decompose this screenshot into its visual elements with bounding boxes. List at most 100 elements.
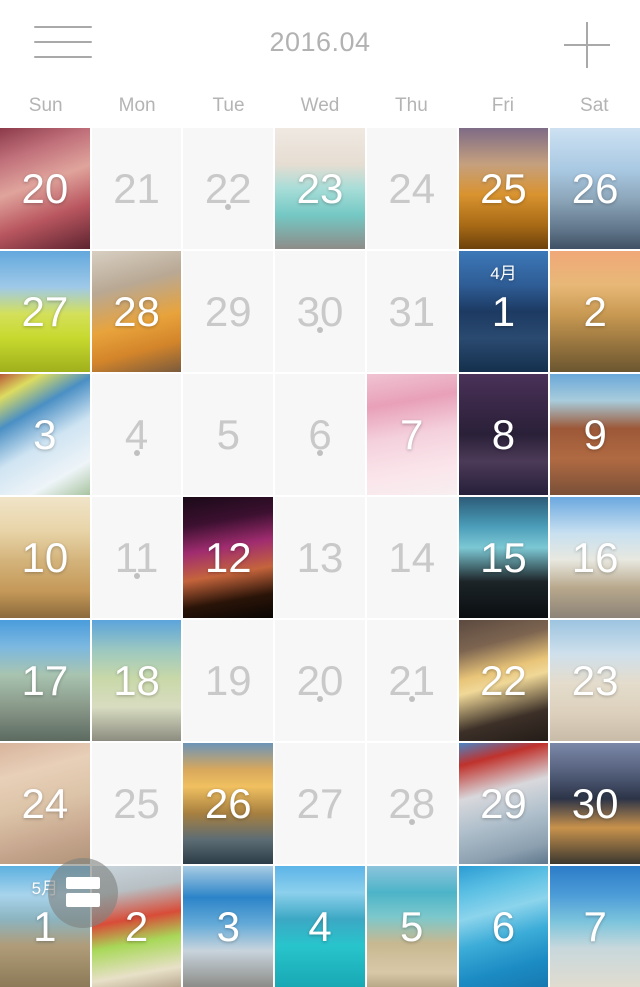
calendar-day-cell[interactable]: 24 — [0, 743, 90, 864]
plus-icon[interactable] — [564, 22, 610, 68]
weekday-thu: Thu — [395, 95, 428, 116]
calendar-day-cell[interactable]: 15 — [458, 497, 549, 618]
month-marker-label: 4月 — [490, 264, 517, 283]
day-number: 3 — [216, 902, 240, 950]
weekday-fri: Fri — [491, 95, 514, 116]
hamburger-menu-icon[interactable] — [34, 22, 92, 62]
weekday-header: Sun Mon Tue Wed Thu Fri Sat — [0, 84, 640, 128]
day-number: 7 — [583, 902, 607, 950]
day-number: 28 — [113, 287, 160, 335]
event-indicator-dot — [316, 450, 323, 456]
event-indicator-dot — [316, 696, 323, 702]
day-number: 16 — [571, 533, 619, 581]
event-indicator-dot — [133, 450, 140, 456]
day-number: 10 — [21, 533, 69, 581]
calendar-day-cell[interactable]: 27 — [275, 743, 365, 864]
calendar-day-cell[interactable]: 7 — [366, 374, 457, 495]
day-number: 5 — [400, 902, 424, 950]
day-number: 6 — [491, 902, 516, 950]
layout-switch-glyph — [66, 877, 100, 909]
calendar-day-cell[interactable]: 5 — [183, 374, 274, 495]
calendar-day-cell[interactable]: 16 — [550, 497, 640, 618]
calendar-day-cell[interactable]: 26 — [183, 743, 274, 864]
calendar-day-cell[interactable]: 21 — [91, 128, 182, 249]
calendar-day-cell[interactable]: 8 — [458, 374, 549, 495]
event-indicator-dot — [133, 573, 140, 579]
calendar-day-cell[interactable]: 11 — [91, 497, 182, 618]
calendar-day-cell[interactable]: 29 — [458, 743, 549, 864]
calendar-day-cell[interactable]: 4 — [275, 866, 365, 987]
calendar-day-cell[interactable]: 4月 1 — [458, 251, 549, 372]
calendar-day-cell[interactable]: 23 — [275, 128, 365, 249]
layout-switch-icon[interactable] — [48, 858, 118, 928]
calendar-day-cell[interactable]: 28 — [366, 743, 457, 864]
day-number: 22 — [480, 656, 527, 704]
day-number: 2 — [124, 902, 149, 950]
day-number: 2 — [583, 287, 607, 335]
page-title: 2016.04 — [269, 26, 371, 57]
day-number: 19 — [204, 656, 252, 704]
calendar-day-cell[interactable]: 9 — [550, 374, 640, 495]
day-number: 29 — [480, 779, 527, 827]
calendar-day-cell[interactable]: 3 — [183, 866, 274, 987]
calendar-day-cell[interactable]: 7 — [550, 866, 640, 987]
calendar-app: 2016.04 Sun Mon Tue Wed Thu Fri Sat 20 21… — [0, 0, 640, 987]
calendar-day-cell[interactable]: 30 — [275, 251, 365, 372]
calendar-day-cell[interactable]: 24 — [366, 128, 457, 249]
calendar-day-cell[interactable]: 19 — [183, 620, 274, 741]
day-number: 4 — [308, 902, 332, 950]
calendar-day-cell[interactable]: 31 — [366, 251, 457, 372]
day-number: 29 — [204, 287, 252, 335]
calendar-day-cell[interactable]: 30 — [550, 743, 640, 864]
calendar-day-cell[interactable]: 3 — [0, 374, 90, 495]
calendar-day-cell[interactable]: 23 — [550, 620, 640, 741]
calendar-day-cell[interactable]: 6 — [458, 866, 549, 987]
day-number: 18 — [113, 656, 160, 704]
layout-bar-bottom — [66, 893, 100, 907]
day-number: 15 — [480, 533, 527, 581]
day-number: 24 — [21, 779, 69, 827]
calendar-day-cell[interactable]: 22 — [458, 620, 549, 741]
menu-line-3 — [34, 56, 92, 58]
top-bar: 2016.04 — [0, 0, 640, 84]
calendar-day-cell[interactable]: 10 — [0, 497, 90, 618]
day-number: 26 — [204, 779, 252, 827]
day-number: 7 — [400, 410, 424, 458]
calendar-day-cell[interactable]: 13 — [275, 497, 365, 618]
calendar-day-cell[interactable]: 20 — [0, 128, 90, 249]
day-number: 24 — [388, 164, 436, 212]
calendar-day-cell[interactable]: 28 — [91, 251, 182, 372]
calendar-day-cell[interactable]: 20 — [275, 620, 365, 741]
calendar-day-cell[interactable]: 14 — [366, 497, 457, 618]
calendar-day-cell[interactable]: 6 — [275, 374, 365, 495]
event-indicator-dot — [408, 819, 415, 825]
day-number: 26 — [571, 164, 619, 212]
calendar-day-cell[interactable]: 25 — [458, 128, 549, 249]
day-number: 23 — [296, 164, 344, 212]
day-number: 31 — [388, 287, 436, 335]
calendar-day-cell[interactable]: 21 — [366, 620, 457, 741]
calendar-day-cell[interactable]: 25 — [91, 743, 182, 864]
calendar-day-cell[interactable]: 2 — [550, 251, 640, 372]
menu-line-1 — [34, 26, 92, 28]
calendar-day-cell[interactable]: 4 — [91, 374, 182, 495]
day-number: 25 — [113, 779, 160, 827]
weekday-wed: Wed — [300, 95, 340, 116]
day-number: 23 — [571, 656, 619, 704]
calendar-grid: 20 21 22 23 24 25 26 27 28 29 30 31 4月 1 2 3 4 5 6 7 8 9 10 11 1… — [0, 128, 640, 987]
calendar-day-cell[interactable]: 18 — [91, 620, 182, 741]
day-number: 30 — [571, 779, 619, 827]
day-number: 14 — [388, 533, 436, 581]
calendar-day-cell[interactable]: 5 — [366, 866, 457, 987]
calendar-day-cell[interactable]: 27 — [0, 251, 90, 372]
day-number: 5 — [216, 410, 240, 458]
calendar-day-cell[interactable]: 29 — [183, 251, 274, 372]
day-number: 25 — [480, 164, 527, 212]
calendar-day-cell[interactable]: 17 — [0, 620, 90, 741]
calendar-day-cell[interactable]: 12 — [183, 497, 274, 618]
calendar-day-cell[interactable]: 26 — [550, 128, 640, 249]
day-number: 1 — [491, 287, 516, 335]
day-number: 13 — [296, 533, 344, 581]
event-indicator-dot — [408, 696, 415, 702]
calendar-day-cell[interactable]: 22 — [183, 128, 274, 249]
